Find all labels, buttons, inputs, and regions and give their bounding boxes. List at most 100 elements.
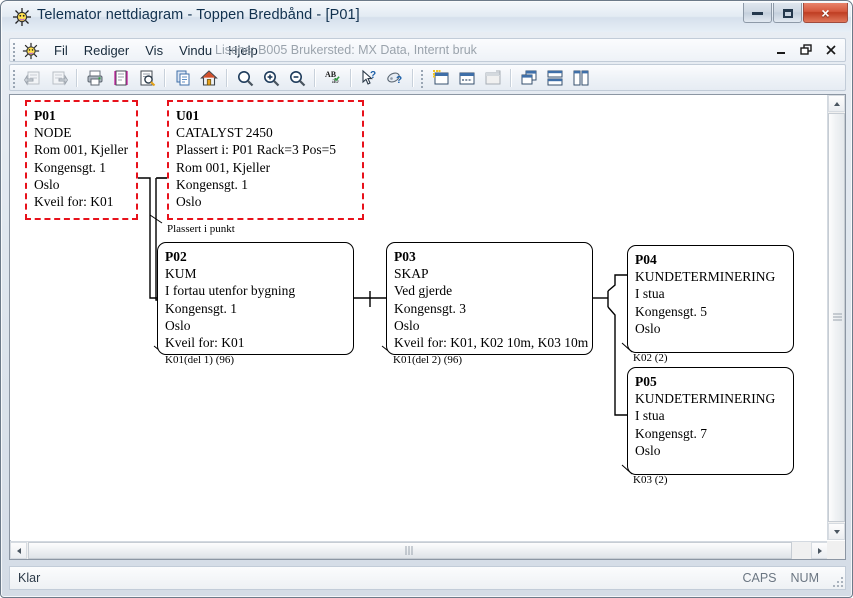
print-preview-icon[interactable] <box>134 65 160 90</box>
node-line: I fortau utenfor bygning <box>165 283 296 299</box>
scroll-thumb-grip <box>833 313 842 322</box>
maximize-icon <box>774 6 801 20</box>
menu-item-vindu[interactable]: Vindu <box>171 41 220 60</box>
node-line: Kongensgt. 7 <box>635 425 707 441</box>
resize-grip[interactable] <box>831 575 843 587</box>
sun-burst-icon <box>22 42 40 60</box>
menu-item-vis[interactable]: Vis <box>137 41 171 60</box>
status-window-icon[interactable] <box>454 65 480 90</box>
scrollbar-corner <box>827 541 845 559</box>
print-icon[interactable] <box>82 65 108 90</box>
node-line: KUNDETERMINERING <box>635 269 776 285</box>
status-message: Klar <box>18 571 41 585</box>
node-line: I stua <box>635 408 665 424</box>
window-title: Telemator nettdiagram - Toppen Bredbånd … <box>37 7 360 23</box>
scroll-thumb-grip <box>405 542 415 560</box>
maximize-button[interactable] <box>773 3 802 23</box>
diagram-node-p01[interactable]: P01 NODE Rom 001, Kjeller Kongensgt. 1 O… <box>25 100 138 220</box>
mdi-child-controls <box>774 41 839 58</box>
zoom-icon[interactable] <box>232 65 258 90</box>
scroll-down-button[interactable] <box>828 523 845 540</box>
vertical-scroll-thumb[interactable] <box>828 113 845 522</box>
status-indicator-num: NUM <box>790 571 819 585</box>
node-line: Oslo <box>34 176 60 192</box>
node-id: P01 <box>34 108 56 123</box>
home-icon[interactable] <box>196 65 222 90</box>
horizontal-scrollbar[interactable] <box>10 541 828 559</box>
toolbar-separator <box>76 68 78 87</box>
menu-drag-grip[interactable] <box>13 43 16 61</box>
node-line: Oslo <box>394 317 420 333</box>
diagram-node-p04[interactable]: P04 KUNDETERMINERING I stua Kongensgt. 5… <box>627 245 794 353</box>
back-icon[interactable] <box>20 65 46 90</box>
node-line: SKAP <box>394 266 429 282</box>
mdi-close-button[interactable] <box>824 41 839 58</box>
edge-label-k02: K02 (2) <box>633 352 668 364</box>
edge-label-k03: K03 (2) <box>633 474 668 486</box>
node-line: Oslo <box>635 442 661 458</box>
toolbar-separator <box>350 68 352 87</box>
menu-item-fil[interactable]: Fil <box>46 41 76 60</box>
status-indicators: CAPS NUM <box>736 571 825 585</box>
minimize-button[interactable] <box>743 3 772 23</box>
toolbar-separator <box>314 68 316 87</box>
toolbar-separator <box>412 68 414 87</box>
empty-window-icon[interactable] <box>480 65 506 90</box>
horizontal-scroll-thumb[interactable] <box>28 542 792 559</box>
menu-item-rediger[interactable]: Rediger <box>76 41 138 60</box>
node-line: Kveil for: K01, K02 10m, K03 10m <box>394 335 589 351</box>
node-line: KUM <box>165 266 197 282</box>
forward-icon[interactable] <box>46 65 72 90</box>
svg-text:?: ? <box>396 75 402 86</box>
spell-check-icon[interactable]: AB ab <box>320 65 346 90</box>
close-button[interactable]: × <box>803 3 848 23</box>
mdi-restore-button[interactable] <box>799 41 814 58</box>
scroll-up-button[interactable] <box>828 95 845 112</box>
about-icon[interactable]: ? <box>382 65 408 90</box>
node-id: P03 <box>394 249 416 264</box>
status-bar: Klar CAPS NUM <box>9 566 846 590</box>
mdi-minimize-button[interactable] <box>774 41 789 58</box>
node-line: Kongensgt. 3 <box>394 300 466 316</box>
node-line: Kongensgt. 1 <box>165 300 237 316</box>
tile-horizontal-icon[interactable] <box>542 65 568 90</box>
toolbar-separator <box>164 68 166 87</box>
network-diagram-canvas[interactable]: P01 NODE Rom 001, Kjeller Kongensgt. 1 O… <box>10 95 828 540</box>
diagram-client-area: P01 NODE Rom 001, Kjeller Kongensgt. 1 O… <box>9 94 846 560</box>
toolbar-separator <box>510 68 512 87</box>
diagram-node-p05[interactable]: P05 KUNDETERMINERING I stua Kongensgt. 7… <box>627 367 794 475</box>
node-line: Kongensgt. 1 <box>176 176 248 192</box>
copy-icon[interactable] <box>170 65 196 90</box>
title-bar: Telemator nettdiagram - Toppen Bredbånd … <box>2 2 851 32</box>
node-line: Oslo <box>165 317 191 333</box>
toolbar-drag-grip[interactable] <box>13 70 16 88</box>
node-line: Ved gjerde <box>394 283 453 299</box>
toolbar-separator <box>226 68 228 87</box>
node-line: I stua <box>635 286 665 302</box>
menu-bar: Fil Rediger Vis Vindu Hjelp Lisens: B005… <box>9 38 846 62</box>
help-pointer-icon[interactable]: ? <box>356 65 382 90</box>
scroll-left-button[interactable] <box>10 542 27 559</box>
cascade-windows-icon[interactable] <box>516 65 542 90</box>
zoom-in-icon[interactable] <box>258 65 284 90</box>
node-line: Plassert i: P01 Rack=3 Pos=5 <box>176 142 336 158</box>
minimize-icon <box>744 6 771 20</box>
node-id: P05 <box>635 374 657 389</box>
diagram-node-p02[interactable]: P02 KUM I fortau utenfor bygning Kongens… <box>157 242 354 355</box>
diagram-node-p03[interactable]: P03 SKAP Ved gjerde Kongensgt. 3 Oslo Kv… <box>386 242 593 355</box>
license-text: Lisens: B005 Brukersted: MX Data, Intern… <box>215 43 477 57</box>
vertical-scrollbar[interactable] <box>827 95 845 540</box>
node-line: Oslo <box>176 194 202 210</box>
page-setup-icon[interactable] <box>108 65 134 90</box>
node-line: Oslo <box>635 320 661 336</box>
tile-vertical-icon[interactable] <box>568 65 594 90</box>
close-icon: × <box>821 4 830 21</box>
scroll-right-button[interactable] <box>811 542 828 559</box>
diagram-node-u01[interactable]: U01 CATALYST 2450 Plassert i: P01 Rack=3… <box>167 100 364 220</box>
toolbar: AB ab ? ? <box>9 64 846 91</box>
toolbar-group-grip[interactable] <box>421 70 424 88</box>
zoom-out-icon[interactable] <box>284 65 310 90</box>
node-line: NODE <box>34 125 72 141</box>
new-window-icon[interactable] <box>428 65 454 90</box>
edge-label-k01-del1: K01(del 1) (96) <box>165 354 235 366</box>
